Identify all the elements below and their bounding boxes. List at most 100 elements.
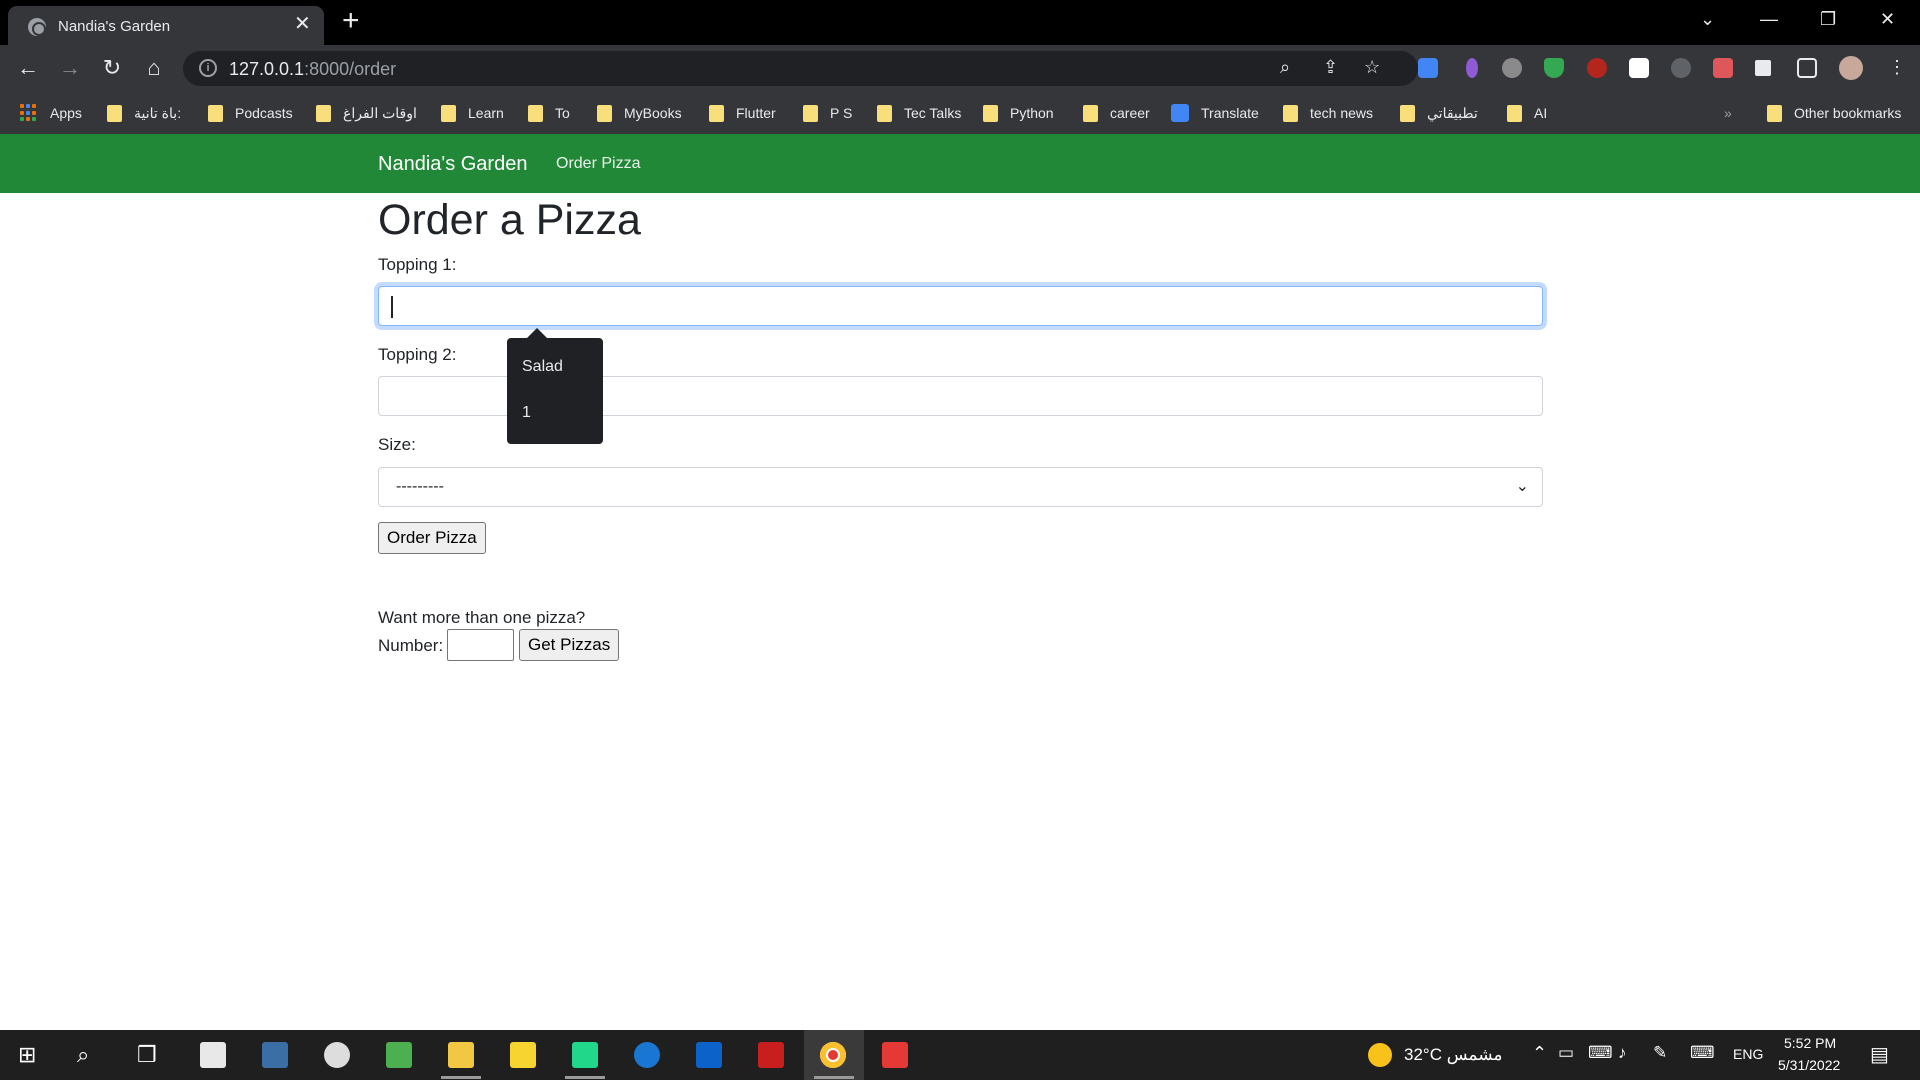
bookmark-item[interactable]: career [1083,102,1150,124]
bookmark-item[interactable]: Learn [441,102,504,124]
globe-extension-icon[interactable] [1502,58,1522,78]
minimize-button[interactable]: — [1760,8,1778,30]
share-icon[interactable]: ⇪ [1323,57,1338,78]
clock-time[interactable]: 5:52 PM [1784,1035,1836,1051]
bookmark-item[interactable]: Tec Talks [877,102,961,124]
chrome-icon[interactable] [820,1042,846,1068]
weather-text[interactable]: 32°C مشمس [1404,1045,1503,1065]
tab-title: Nandia's Garden [58,18,171,35]
bookmark-apps[interactable]: Apps [20,102,82,124]
bookmark-item[interactable]: اوقات الفراغ [316,102,417,124]
restore-button[interactable]: ❐ [1820,8,1836,30]
network-icon[interactable]: ⌨ [1588,1043,1613,1063]
clock-date[interactable]: 5/31/2022 [1778,1057,1840,1073]
file-explorer-icon[interactable] [448,1042,474,1068]
battery-icon[interactable]: ▭ [1558,1043,1574,1063]
red-extension-icon[interactable] [1713,58,1733,78]
site-navbar: Nandia's Garden Order Pizza [0,134,1920,193]
language-indicator[interactable]: ENG [1733,1046,1763,1062]
whiteboard-icon[interactable] [696,1042,722,1068]
task-view-icon[interactable]: ❒ [137,1042,157,1068]
windows-start-icon[interactable]: ⊞ [18,1042,36,1068]
bookmark-item[interactable]: تطبيقاتي [1400,102,1478,124]
bookmark-label: Tec Talks [904,105,962,121]
autocomplete-dropdown: Salad 1 [507,328,603,444]
sun-weather-icon [1368,1043,1392,1067]
search-icon[interactable]: ⌕ [77,1042,89,1068]
folder-icon [1400,104,1415,122]
store-icon[interactable] [200,1042,226,1068]
bookmark-item[interactable]: Flutter [709,102,776,124]
puzzle-extensions-icon[interactable] [1755,60,1771,76]
reload-button[interactable]: ↻ [98,54,126,82]
avatar[interactable] [1839,56,1863,80]
clock-icon[interactable] [324,1042,350,1068]
multi-prompt: Want more than one pizza? [378,608,586,627]
home-button[interactable]: ⌂ [140,54,168,82]
folder-icon [709,104,724,122]
bookmark-star-icon[interactable]: ☆ [1364,57,1380,78]
pycharm-icon[interactable] [572,1042,598,1068]
pen-workspace-icon[interactable]: ✎ [1653,1043,1667,1063]
browser-tab[interactable]: Nandia's Garden ✕ [8,6,324,45]
volume-icon[interactable]: ♪ [1618,1043,1627,1063]
bookmark-item[interactable]: P S [803,102,852,124]
bookmark-label: AI [1534,105,1548,121]
notifications-icon[interactable]: ▤ [1870,1042,1889,1067]
bookmark-label: Translate [1201,105,1259,121]
site-info-icon[interactable]: i [199,59,217,77]
bookmark-item[interactable]: To [528,102,570,124]
bookmark-item[interactable]: باة تانية: [107,102,181,124]
bookmark-item[interactable]: tech news [1283,102,1373,124]
autocomplete-option[interactable]: 1 [522,404,531,422]
bookmark-item[interactable]: Podcasts [208,102,293,124]
zoom-icon[interactable]: ⌕ [1280,57,1290,78]
b-extension-icon[interactable] [1629,58,1649,78]
window-close-button[interactable]: ✕ [1880,8,1895,30]
tray-chevron-up-icon[interactable]: ⌃ [1532,1043,1547,1064]
side-panel-icon[interactable] [1797,58,1817,78]
pen-extension-icon[interactable] [1466,58,1478,78]
bookmark-item[interactable]: AI [1507,102,1547,124]
folder-icon [877,104,892,122]
tab-search-icon[interactable]: ⌄ [1700,8,1715,30]
touch-keyboard-icon[interactable]: ⌨ [1690,1043,1715,1063]
topping1-input[interactable] [378,286,1543,326]
bookmark-label: tech news [1310,105,1374,121]
size-select[interactable]: --------- ⌄ [378,467,1543,507]
site-brand[interactable]: Nandia's Garden [378,153,527,176]
reader-extension-icon[interactable] [1671,58,1691,78]
player-icon[interactable] [510,1042,536,1068]
running-indicator [565,1076,605,1079]
topping2-label: Topping 2: [378,345,457,364]
ublock-extension-icon[interactable] [1587,58,1607,78]
bookmark-item[interactable]: Translate [1171,102,1259,124]
new-tab-button[interactable]: + [342,6,360,36]
other-bookmarks[interactable]: Other bookmarks [1767,102,1901,124]
bookmark-item[interactable]: Python [983,102,1054,124]
bookmark-item[interactable]: MyBooks [597,102,682,124]
address-bar[interactable]: i 127.0.0.1:8000/order ⌕ ⇪ ☆ [183,51,1418,86]
folder-icon [803,104,818,122]
tab-close-icon[interactable]: ✕ [294,14,311,34]
nav-link-order-pizza[interactable]: Order Pizza [556,155,640,173]
calculator-icon[interactable] [262,1042,288,1068]
get-pizzas-button[interactable]: Get Pizzas [519,629,620,661]
number-input[interactable] [447,629,514,661]
order-pizza-button[interactable]: Order Pizza [378,522,486,554]
menu-kebab-icon[interactable]: ⋮ [1888,57,1906,78]
bookmark-label: باة تانية: [134,104,182,121]
acrobat-icon[interactable] [758,1042,784,1068]
forward-button[interactable]: → [56,54,84,82]
more-bookmarks-chevron-icon[interactable]: » [1724,102,1732,124]
shield-extension-icon[interactable] [1544,58,1564,78]
paint-icon[interactable] [386,1042,412,1068]
wps-office-icon[interactable] [882,1042,908,1068]
topping1-label: Topping 1: [378,255,457,274]
autocomplete-option[interactable]: Salad [522,358,563,376]
word-app-icon[interactable] [634,1042,660,1068]
google-translate-extension-icon[interactable] [1418,58,1438,78]
folder-icon [441,104,456,122]
back-button[interactable]: ← [14,54,42,82]
chevron-down-icon: ⌄ [1515,478,1529,495]
